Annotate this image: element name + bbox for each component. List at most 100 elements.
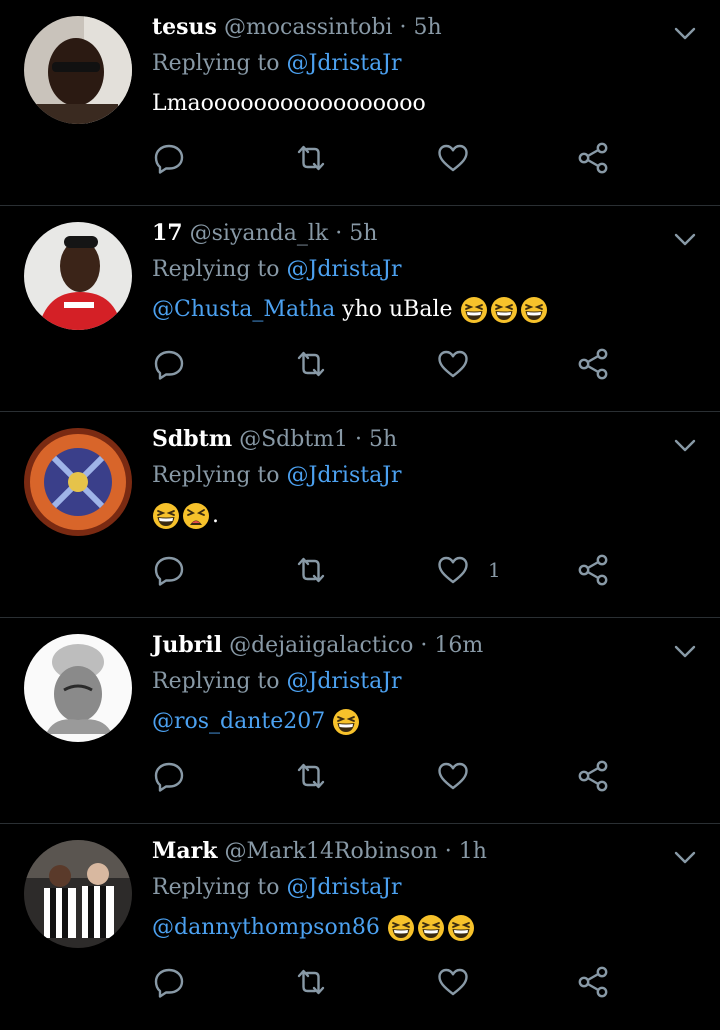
user-handle[interactable]: @Mark14Robinson xyxy=(224,839,437,864)
tweet-actions xyxy=(152,346,632,382)
grinning-squinting-face-icon xyxy=(152,502,180,530)
replying-to-label: Replying to xyxy=(152,669,280,694)
chevron-down-icon[interactable] xyxy=(672,20,698,46)
mention-link[interactable]: @dannythompson86 xyxy=(152,915,380,940)
replying-to-link[interactable]: @JdristaJr xyxy=(287,257,402,282)
display-name[interactable]: Mark xyxy=(152,838,217,864)
like-button[interactable] xyxy=(436,758,488,794)
timestamp[interactable]: 5h xyxy=(413,15,441,40)
separator-dot: · xyxy=(444,839,452,864)
chevron-down-icon[interactable] xyxy=(672,844,698,870)
reply-icon[interactable] xyxy=(152,552,186,588)
tweet[interactable]: Mark @Mark14Robinson · 1h Replying to @Jd… xyxy=(0,824,720,1030)
user-handle[interactable]: @Sdbtm1 xyxy=(239,427,348,452)
tweet-header: 17 @siyanda_lk · 5h xyxy=(152,216,660,251)
replying-to-link[interactable]: @JdristaJr xyxy=(287,669,402,694)
tweet-actions: 1 xyxy=(152,552,632,588)
tweet[interactable]: 17 @siyanda_lk · 5h Replying to @JdristaJ… xyxy=(0,206,720,412)
tweet-text: @ros_dante207 xyxy=(152,703,660,741)
mention-link[interactable]: @Chusta_Matha xyxy=(152,297,335,322)
reply-icon[interactable] xyxy=(152,758,186,794)
chevron-down-icon[interactable] xyxy=(672,432,698,458)
timestamp[interactable]: 5h xyxy=(369,427,397,452)
retweet-icon[interactable] xyxy=(294,346,328,382)
separator-dot: · xyxy=(335,221,343,246)
tweet-text: @dannythompson86 xyxy=(152,909,660,947)
tweet-actions xyxy=(152,758,632,794)
tweet-content: tesus @mocassintobi · 5h Replying to @Jdr… xyxy=(152,10,660,123)
heart-icon[interactable] xyxy=(436,965,470,999)
retweet-icon[interactable] xyxy=(294,140,328,176)
chevron-down-icon[interactable] xyxy=(672,638,698,664)
separator-dot: · xyxy=(420,633,428,658)
like-button[interactable] xyxy=(436,346,488,382)
replying-to: Replying to @JdristaJr xyxy=(152,665,660,699)
heart-icon[interactable] xyxy=(436,553,470,587)
mention-link[interactable]: @ros_dante207 xyxy=(152,709,325,734)
avatar[interactable] xyxy=(24,840,132,948)
emoji-group xyxy=(387,915,477,940)
reply-icon[interactable] xyxy=(152,140,186,176)
share-icon[interactable] xyxy=(576,552,610,588)
display-name[interactable]: Jubril xyxy=(152,632,222,658)
display-name[interactable]: tesus xyxy=(152,14,217,40)
retweet-icon[interactable] xyxy=(294,964,328,1000)
tweet-header: Mark @Mark14Robinson · 1h xyxy=(152,834,660,869)
tweet-content: Jubril @dejaiigalactico · 16m Replying to… xyxy=(152,628,660,741)
tweet-content: Sdbtm @Sdbtm1 · 5h Replying to @JdristaJr… xyxy=(152,422,660,535)
tweet-header: tesus @mocassintobi · 5h xyxy=(152,10,660,45)
avatar[interactable] xyxy=(24,634,132,742)
emoji-group xyxy=(332,709,362,734)
grinning-squinting-face-icon xyxy=(490,296,518,324)
reply-icon[interactable] xyxy=(152,964,186,1000)
replying-to-link[interactable]: @JdristaJr xyxy=(287,463,402,488)
display-name[interactable]: 17 xyxy=(152,220,183,246)
avatar[interactable] xyxy=(24,222,132,330)
tweet-body-text: yho uBale xyxy=(335,297,460,322)
timestamp[interactable]: 5h xyxy=(349,221,377,246)
user-handle[interactable]: @siyanda_lk xyxy=(190,221,329,246)
like-count: 1 xyxy=(488,558,501,582)
separator-dot: · xyxy=(399,15,407,40)
replying-to: Replying to @JdristaJr xyxy=(152,459,660,493)
share-icon[interactable] xyxy=(576,140,610,176)
grinning-squinting-face-icon xyxy=(520,296,548,324)
tweet-header: Sdbtm @Sdbtm1 · 5h xyxy=(152,422,660,457)
user-handle[interactable]: @mocassintobi xyxy=(224,15,393,40)
tweet-text: . xyxy=(152,497,660,535)
heart-icon[interactable] xyxy=(436,141,470,175)
chevron-down-icon[interactable] xyxy=(672,226,698,252)
replying-to: Replying to @JdristaJr xyxy=(152,871,660,905)
tweet[interactable]: Jubril @dejaiigalactico · 16m Replying to… xyxy=(0,618,720,824)
replying-to-label: Replying to xyxy=(152,875,280,900)
heart-icon[interactable] xyxy=(436,347,470,381)
separator-dot: · xyxy=(355,427,363,452)
retweet-icon[interactable] xyxy=(294,552,328,588)
grinning-squinting-face-icon xyxy=(460,296,488,324)
tweet-text: @Chusta_Matha yho uBale xyxy=(152,291,660,329)
display-name[interactable]: Sdbtm xyxy=(152,426,232,452)
retweet-icon[interactable] xyxy=(294,758,328,794)
like-button[interactable] xyxy=(436,964,488,1000)
replying-to-link[interactable]: @JdristaJr xyxy=(287,51,402,76)
like-button[interactable] xyxy=(436,140,488,176)
tweet[interactable]: Sdbtm @Sdbtm1 · 5h Replying to @JdristaJr… xyxy=(0,412,720,618)
replying-to-link[interactable]: @JdristaJr xyxy=(287,875,402,900)
tweet[interactable]: tesus @mocassintobi · 5h Replying to @Jdr… xyxy=(0,0,720,206)
grinning-squinting-face-icon xyxy=(417,914,445,942)
timestamp[interactable]: 1h xyxy=(459,839,487,864)
like-button[interactable]: 1 xyxy=(436,552,501,588)
emoji-group xyxy=(460,297,550,322)
share-icon[interactable] xyxy=(576,346,610,382)
replying-to-label: Replying to xyxy=(152,463,280,488)
heart-icon[interactable] xyxy=(436,759,470,793)
avatar[interactable] xyxy=(24,428,132,536)
replying-to: Replying to @JdristaJr xyxy=(152,47,660,81)
timestamp[interactable]: 16m xyxy=(434,633,483,658)
grinning-squinting-face-icon xyxy=(387,914,415,942)
share-icon[interactable] xyxy=(576,758,610,794)
share-icon[interactable] xyxy=(576,964,610,1000)
avatar[interactable] xyxy=(24,16,132,124)
reply-icon[interactable] xyxy=(152,346,186,382)
user-handle[interactable]: @dejaiigalactico xyxy=(229,633,413,658)
